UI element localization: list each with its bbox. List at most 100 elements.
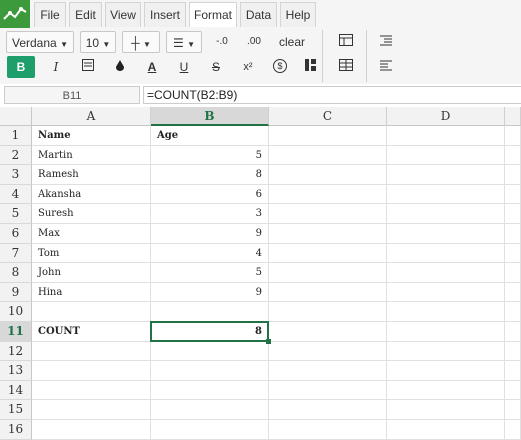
cell-d4[interactable] bbox=[387, 184, 505, 205]
row-header-1[interactable]: 1 bbox=[0, 126, 32, 146]
menu-data[interactable]: Data bbox=[240, 2, 277, 27]
cell-c4[interactable] bbox=[269, 184, 387, 205]
cell-partial[interactable] bbox=[505, 341, 521, 362]
column-header-b[interactable]: B bbox=[151, 107, 269, 126]
cell-a16[interactable] bbox=[32, 420, 151, 440]
column-header-c[interactable]: C bbox=[269, 107, 387, 126]
cell-c15[interactable] bbox=[269, 400, 387, 420]
menu-edit[interactable]: Edit bbox=[69, 2, 102, 27]
cell-c13[interactable] bbox=[269, 361, 387, 381]
cell-c12[interactable] bbox=[269, 341, 387, 362]
cell-b10[interactable] bbox=[151, 302, 269, 322]
table-icon[interactable] bbox=[336, 31, 356, 53]
cell-c5[interactable] bbox=[269, 204, 387, 224]
row-header-5[interactable]: 5 bbox=[0, 204, 32, 224]
row-header-11[interactable]: 11 bbox=[0, 322, 32, 342]
font-color-button[interactable]: A bbox=[140, 56, 164, 78]
cell-a6[interactable]: Max bbox=[32, 224, 151, 244]
cell-b8[interactable]: 5 bbox=[151, 263, 269, 283]
cell-d3[interactable] bbox=[387, 165, 505, 185]
row-header-4[interactable]: 4 bbox=[0, 184, 32, 205]
cell-d11[interactable] bbox=[387, 322, 505, 342]
cell-partial[interactable] bbox=[505, 380, 521, 401]
cell-a8[interactable]: John bbox=[32, 263, 151, 283]
cell-c2[interactable] bbox=[269, 145, 387, 166]
name-box[interactable]: B11 bbox=[4, 86, 140, 104]
cell-d12[interactable] bbox=[387, 341, 505, 362]
fill-color-icon[interactable] bbox=[108, 56, 132, 78]
cell-b7[interactable]: 4 bbox=[151, 243, 269, 264]
wrap-text-icon[interactable] bbox=[76, 56, 100, 78]
row-header-10[interactable]: 10 bbox=[0, 302, 32, 322]
row-header-16[interactable]: 16 bbox=[0, 420, 32, 440]
cell-c7[interactable] bbox=[269, 243, 387, 264]
font-family-select[interactable]: Verdana ▼ bbox=[6, 31, 74, 53]
row-header-9[interactable]: 9 bbox=[0, 282, 32, 303]
cell-d16[interactable] bbox=[387, 420, 505, 440]
cell-d15[interactable] bbox=[387, 400, 505, 420]
cell-partial[interactable] bbox=[505, 263, 521, 283]
cell-c6[interactable] bbox=[269, 224, 387, 244]
cell-b1[interactable]: Age bbox=[151, 126, 269, 146]
menu-view[interactable]: View bbox=[105, 2, 141, 27]
outdent-icon[interactable] bbox=[376, 56, 396, 78]
select-all-corner[interactable] bbox=[0, 107, 32, 126]
cell-partial[interactable] bbox=[505, 165, 521, 185]
cell-d2[interactable] bbox=[387, 145, 505, 166]
align-button[interactable]: ☰ ▼ bbox=[166, 31, 202, 53]
cell-partial[interactable] bbox=[505, 420, 521, 440]
cell-b2[interactable]: 5 bbox=[151, 145, 269, 166]
cell-b12[interactable] bbox=[151, 341, 269, 362]
column-header-a[interactable]: A bbox=[32, 107, 151, 126]
cell-a13[interactable] bbox=[32, 361, 151, 381]
cell-a7[interactable]: Tom bbox=[32, 243, 151, 264]
cell-c9[interactable] bbox=[269, 282, 387, 303]
currency-button[interactable]: $ bbox=[268, 56, 292, 78]
increase-decimal-button[interactable]: .00 bbox=[242, 31, 266, 53]
bold-button[interactable]: B bbox=[7, 56, 35, 78]
row-header-15[interactable]: 15 bbox=[0, 400, 32, 420]
cell-d7[interactable] bbox=[387, 243, 505, 264]
column-header-partial[interactable] bbox=[505, 107, 521, 126]
underline-button[interactable]: U bbox=[172, 56, 196, 78]
cell-d6[interactable] bbox=[387, 224, 505, 244]
cell-a5[interactable]: Suresh bbox=[32, 204, 151, 224]
cell-c10[interactable] bbox=[269, 302, 387, 322]
fill-handle[interactable] bbox=[266, 338, 271, 344]
italic-button[interactable]: I bbox=[44, 56, 68, 78]
cell-c3[interactable] bbox=[269, 165, 387, 185]
cell-a11[interactable]: COUNT bbox=[32, 322, 151, 342]
cell-d10[interactable] bbox=[387, 302, 505, 322]
cell-partial[interactable] bbox=[505, 322, 521, 342]
borders-button[interactable]: ┼ ▼ bbox=[122, 31, 160, 53]
row-header-13[interactable]: 13 bbox=[0, 361, 32, 381]
cell-partial[interactable] bbox=[505, 204, 521, 224]
format-painter-icon[interactable] bbox=[300, 56, 320, 78]
strikethrough-button[interactable]: S bbox=[204, 56, 228, 78]
cell-partial[interactable] bbox=[505, 302, 521, 322]
menu-help[interactable]: Help bbox=[280, 2, 316, 27]
cell-b11[interactable]: 8 bbox=[151, 322, 269, 342]
cell-a14[interactable] bbox=[32, 380, 151, 401]
formula-input[interactable]: =COUNT(B2:B9) bbox=[143, 86, 521, 104]
row-header-3[interactable]: 3 bbox=[0, 165, 32, 185]
cell-a1[interactable]: Name bbox=[32, 126, 151, 146]
clear-button[interactable]: clear bbox=[274, 31, 310, 53]
cell-c1[interactable] bbox=[269, 126, 387, 146]
cell-d13[interactable] bbox=[387, 361, 505, 381]
cell-b5[interactable]: 3 bbox=[151, 204, 269, 224]
superscript-button[interactable]: x² bbox=[236, 56, 260, 78]
column-header-d[interactable]: D bbox=[387, 107, 505, 126]
cell-b9[interactable]: 9 bbox=[151, 282, 269, 303]
row-header-2[interactable]: 2 bbox=[0, 145, 32, 166]
cell-a12[interactable] bbox=[32, 341, 151, 362]
cell-partial[interactable] bbox=[505, 361, 521, 381]
cell-b13[interactable] bbox=[151, 361, 269, 381]
cell-a9[interactable]: Hina bbox=[32, 282, 151, 303]
indent-icon[interactable] bbox=[376, 31, 396, 53]
cell-partial[interactable] bbox=[505, 145, 521, 166]
cell-a3[interactable]: Ramesh bbox=[32, 165, 151, 185]
cell-b15[interactable] bbox=[151, 400, 269, 420]
menu-format[interactable]: Format bbox=[189, 2, 237, 27]
row-header-14[interactable]: 14 bbox=[0, 380, 32, 401]
